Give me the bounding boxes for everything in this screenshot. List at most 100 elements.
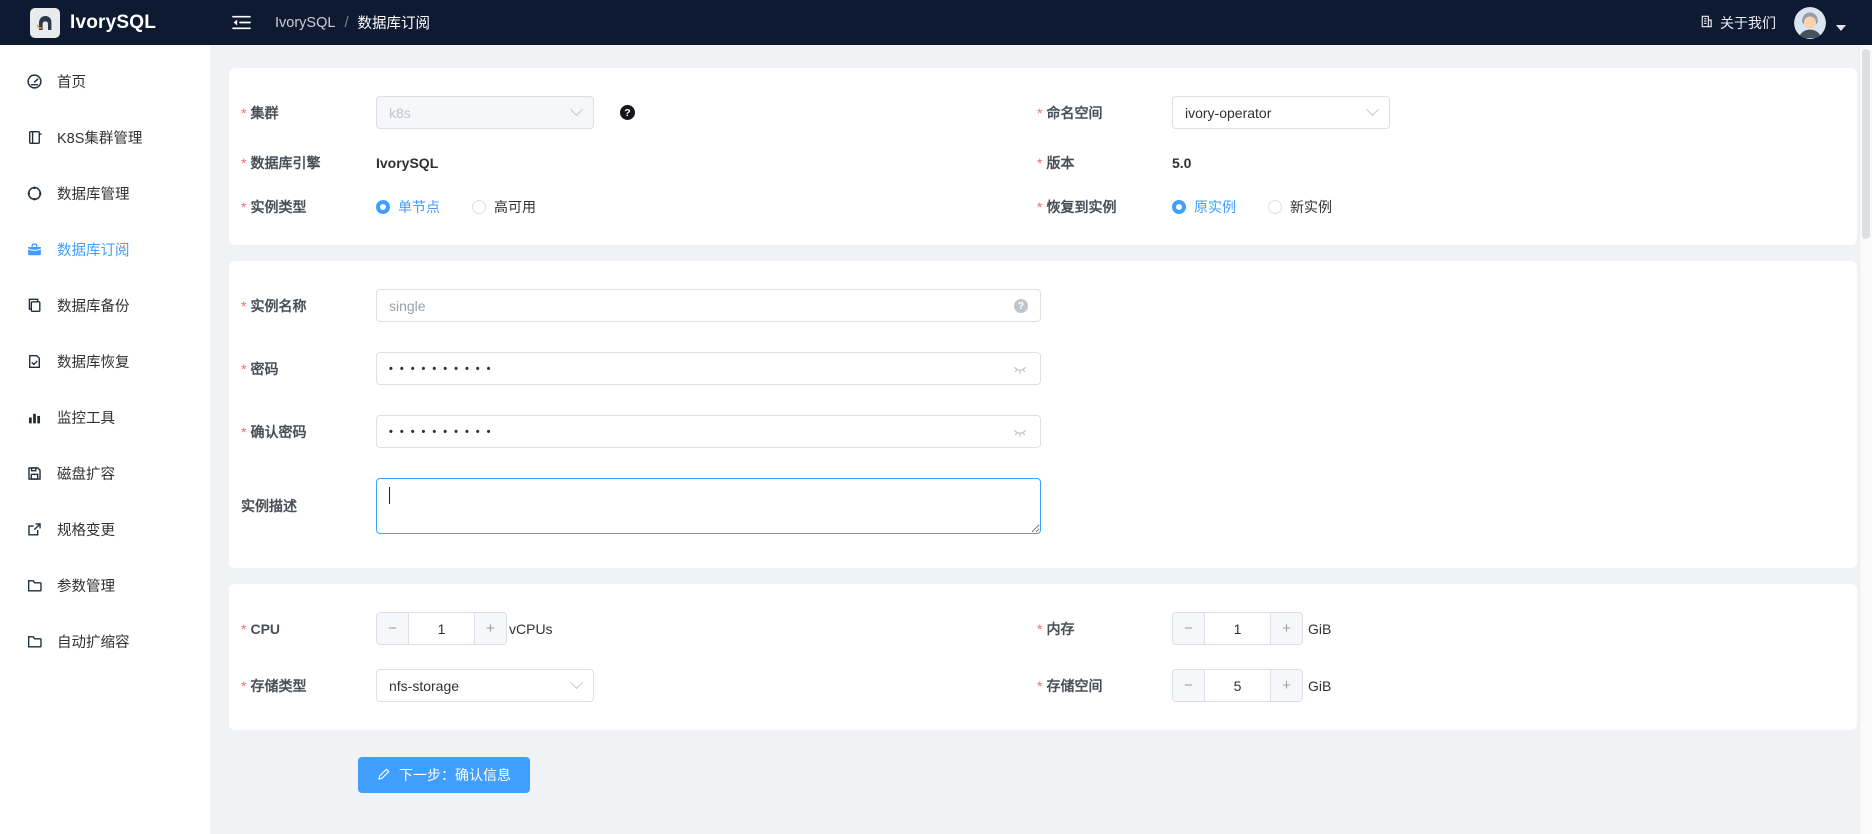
radio-dot-icon: [376, 200, 390, 214]
disk-icon: [25, 464, 43, 482]
instance-name-input-box: ?: [376, 289, 1041, 322]
next-step-button[interactable]: 下一步：确认信息: [358, 757, 530, 793]
cpu-stepper: − 1 +: [376, 612, 507, 645]
building-icon: [1699, 14, 1714, 32]
breadcrumb: IvorySQL / 数据库订阅: [275, 12, 430, 33]
sidebar-item-label: 数据库备份: [57, 295, 130, 316]
top-header: IvorySQL IvorySQL / 数据库订阅: [0, 0, 1872, 45]
sidebar: 首页 K8S集群管理 数据库管理: [0, 45, 210, 834]
cpu-label: CPU: [250, 621, 280, 637]
memory-field: *内存 − 1 + GiB: [1037, 612, 1833, 645]
minus-button[interactable]: −: [1173, 613, 1204, 644]
chevron-down-icon: [1366, 103, 1379, 116]
cpu-value[interactable]: 1: [408, 613, 475, 644]
radio-dot-icon: [1268, 200, 1282, 214]
storage-type-select[interactable]: nfs-storage: [376, 669, 594, 702]
minus-button[interactable]: −: [377, 613, 408, 644]
sidebar-item-spec-change[interactable]: 规格变更: [0, 501, 210, 557]
plus-button[interactable]: +: [1271, 613, 1302, 644]
restore-to-label: 恢复到实例: [1046, 197, 1116, 217]
sidebar-item-monitor-tools[interactable]: 监控工具: [0, 389, 210, 445]
confirm-password-input[interactable]: [389, 426, 1004, 438]
brand-title: IvorySQL: [70, 12, 156, 34]
briefcase-icon: [25, 240, 43, 258]
page: IvorySQL IvorySQL / 数据库订阅: [0, 0, 1872, 834]
storage-size-label: 存储空间: [1046, 676, 1102, 696]
description-field: 实例描述: [241, 478, 1833, 534]
radio-original-instance[interactable]: 原实例: [1172, 197, 1236, 217]
edit-pencil-icon: [377, 767, 391, 784]
sidebar-item-label: 数据库管理: [57, 183, 130, 204]
required-marker: *: [241, 361, 246, 377]
eye-invisible-icon[interactable]: [1012, 424, 1028, 440]
chevron-down-icon: [570, 676, 583, 689]
storage-type-field: *存储类型 nfs-storage: [241, 669, 1037, 702]
plus-button[interactable]: +: [475, 613, 506, 644]
instance-name-label: 实例名称: [250, 296, 306, 316]
plus-button[interactable]: +: [1271, 670, 1302, 701]
sidebar-item-db-manage[interactable]: 数据库管理: [0, 165, 210, 221]
storage-size-value[interactable]: 5: [1204, 670, 1271, 701]
sidebar-item-home[interactable]: 首页: [0, 53, 210, 109]
sidebar-item-label: K8S集群管理: [57, 127, 142, 148]
sidebar-item-db-backup[interactable]: 数据库备份: [0, 277, 210, 333]
required-marker: *: [1037, 678, 1042, 694]
sidebar-item-param-manage[interactable]: 参数管理: [0, 557, 210, 613]
confirm-password-input-box: [376, 415, 1041, 448]
sidebar-item-db-subscribe[interactable]: 数据库订阅: [0, 221, 210, 277]
about-us-link[interactable]: 关于我们: [1699, 13, 1776, 33]
copy-icon: [25, 296, 43, 314]
sidebar-item-label: 参数管理: [57, 575, 115, 596]
scrollbar-thumb[interactable]: [1862, 49, 1870, 239]
aim-icon: [25, 184, 43, 202]
user-avatar[interactable]: [1794, 7, 1826, 39]
required-marker: *: [1037, 621, 1042, 637]
radio-single-node[interactable]: 单节点: [376, 197, 440, 217]
instance-name-input[interactable]: [389, 298, 1014, 314]
storage-size-field: *存储空间 − 5 + GiB: [1037, 669, 1833, 702]
radio-high-availability[interactable]: 高可用: [472, 197, 536, 217]
radio-new-instance[interactable]: 新实例: [1268, 197, 1332, 217]
minus-button[interactable]: −: [1173, 670, 1204, 701]
breadcrumb-current: 数据库订阅: [357, 12, 430, 33]
sidebar-item-disk-expand[interactable]: 磁盘扩容: [0, 445, 210, 501]
memory-value[interactable]: 1: [1204, 613, 1271, 644]
instance-name-help-icon[interactable]: ?: [1014, 299, 1028, 313]
memory-stepper: − 1 +: [1172, 612, 1303, 645]
folder-icon: [25, 632, 43, 650]
scrollbar[interactable]: [1859, 45, 1872, 834]
description-textarea[interactable]: [376, 478, 1041, 534]
password-input[interactable]: [389, 363, 1004, 375]
eye-invisible-icon[interactable]: [1012, 361, 1028, 377]
submit-row: 下一步：确认信息: [358, 757, 1857, 793]
header-right: 关于我们: [1699, 7, 1872, 39]
sidebar-item-k8s-cluster[interactable]: K8S集群管理: [0, 109, 210, 165]
dashboard-icon: [25, 72, 43, 90]
storage-type-label: 存储类型: [250, 676, 306, 696]
notebook-icon: [25, 128, 43, 146]
sidebar-item-label: 磁盘扩容: [57, 463, 115, 484]
namespace-select[interactable]: ivory-operator: [1172, 96, 1390, 129]
required-marker: *: [241, 155, 246, 171]
cluster-select[interactable]: k8s: [376, 96, 594, 129]
external-link-icon: [25, 520, 43, 538]
breadcrumb-root[interactable]: IvorySQL: [275, 15, 335, 31]
required-marker: *: [241, 199, 246, 215]
storage-size-unit: GiB: [1308, 678, 1331, 694]
sidebar-item-label: 数据库订阅: [57, 239, 130, 260]
storage-size-stepper: − 5 +: [1172, 669, 1303, 702]
about-us-label: 关于我们: [1720, 13, 1776, 33]
user-menu-caret-icon[interactable]: [1836, 25, 1846, 31]
password-input-box: [376, 352, 1041, 385]
radio-dot-icon: [1172, 200, 1186, 214]
sidebar-item-db-restore[interactable]: 数据库恢复: [0, 333, 210, 389]
version-field: *版本 5.0: [1037, 153, 1833, 173]
memory-label: 内存: [1046, 619, 1074, 639]
sidebar-fold-icon[interactable]: [232, 15, 251, 30]
required-marker: *: [241, 621, 246, 637]
required-marker: *: [241, 424, 246, 440]
version-label: 版本: [1046, 153, 1074, 173]
sidebar-item-auto-scale[interactable]: 自动扩缩容: [0, 613, 210, 669]
cluster-help-icon[interactable]: ?: [620, 105, 635, 120]
cluster-info-card: *集群 k8s ? *命名空间 ivory-operator: [229, 68, 1857, 245]
